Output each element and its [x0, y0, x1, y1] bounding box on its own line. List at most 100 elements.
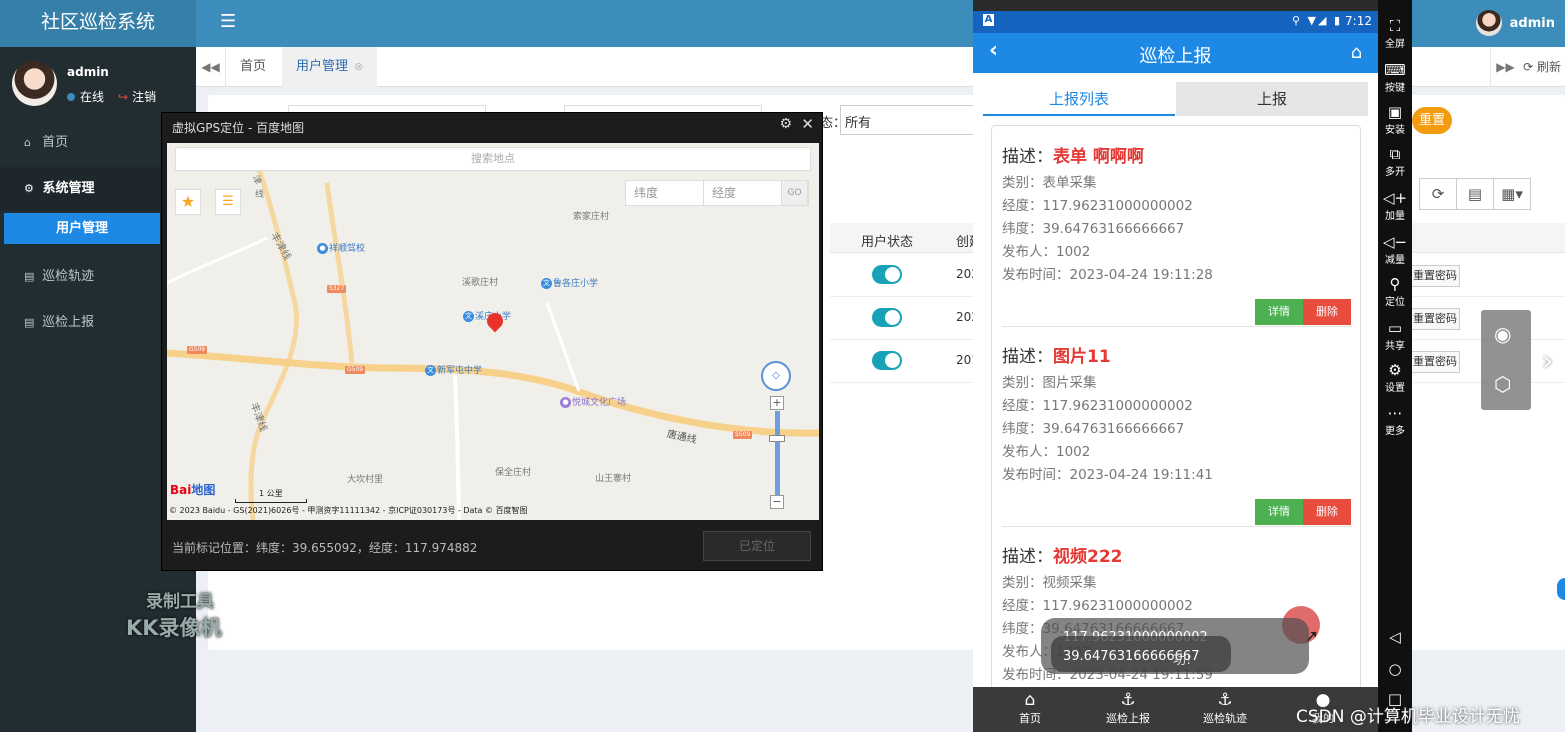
map-place-label: 大坎村里	[347, 475, 384, 485]
app-logo-title[interactable]: 社区巡检系统	[0, 0, 196, 47]
list-item: 描述：图片11 类别：图片采集 经度：117.96231000000002 纬度…	[992, 326, 1362, 527]
report-tabs: 上报列表 上报	[983, 82, 1368, 116]
reset-password-button[interactable]: 重置密码	[1410, 351, 1460, 373]
located-button[interactable]: 已定位	[703, 531, 811, 561]
map-search-input[interactable]: 搜索地点	[175, 147, 811, 171]
desc-value: 图片11	[1053, 347, 1111, 367]
settings-button[interactable]: ⚙ 设置	[1378, 362, 1412, 395]
reset-password-button[interactable]: 重置密码	[1410, 265, 1460, 287]
tab-report[interactable]: 上报	[1176, 82, 1368, 116]
map-poi[interactable]: ● 祥顺驾校	[317, 241, 365, 254]
refresh-table-icon[interactable]: ⟳	[1419, 178, 1457, 210]
tab-scroll-right-icon[interactable]: ▶▶	[1490, 47, 1520, 87]
user-status-toggle[interactable]	[872, 265, 902, 284]
anchor-icon: ⚓	[1217, 690, 1233, 710]
card-time: 发布时间：2023-04-24 19:11:28	[1002, 267, 1213, 283]
home-icon[interactable]: ⌂	[1351, 42, 1362, 63]
nav-report[interactable]: ⚓ 巡检上报	[1083, 691, 1173, 726]
current-marker-position: 当前标记位置：纬度：39.655092，经度：117.974882	[172, 541, 478, 555]
latlng-inputs: 纬度 经度 GO	[625, 180, 809, 206]
tab-close-icon[interactable]: ⊗	[354, 60, 363, 73]
map-poi[interactable]: ● 悦城文化广场	[560, 395, 626, 408]
favorite-star-icon[interactable]: ★	[175, 189, 201, 215]
reset-button[interactable]: 重置	[1412, 107, 1452, 134]
desc-label: 描述：	[1002, 147, 1053, 167]
tab-scroll-left-icon[interactable]: ◀◀	[196, 47, 226, 87]
delete-button[interactable]: 删除	[1303, 299, 1351, 325]
refresh-button[interactable]: ⟳ 刷新	[1523, 47, 1565, 87]
top-user-menu[interactable]: admin	[1475, 9, 1555, 37]
floating-help-button[interactable]	[1557, 578, 1565, 600]
chevron-right-icon[interactable]: ›	[1542, 344, 1553, 377]
card-category: 类别：图片采集	[1002, 375, 1097, 391]
tab-home[interactable]: 首页	[226, 47, 280, 87]
road-number-tag: S327	[327, 285, 347, 293]
detail-button[interactable]: 详情	[1255, 299, 1303, 325]
anchor-icon: ⚓	[1120, 690, 1136, 710]
settings-hex-icon[interactable]: ⬡	[1494, 372, 1511, 396]
reset-password-button[interactable]: 重置密码	[1410, 308, 1460, 330]
map-place-label: 山王寨村	[595, 474, 632, 484]
emu-side-label: 加量	[1385, 211, 1405, 222]
fullscreen-button[interactable]: ⛶ 全屏	[1378, 18, 1412, 51]
tab-user-management[interactable]: 用户管理 ⊗	[282, 47, 378, 87]
baidu-map[interactable]: 搜索地点 ★ ☰ 纬度 经度 GO 津 线 丰津线 索家庄村 ● 祥顺驾校 溪歌庄…	[167, 143, 819, 520]
user-status-toggle[interactable]	[872, 308, 902, 327]
map-poi[interactable]: 文新军屯中学	[425, 363, 482, 376]
card-description: 描述：图片11	[1002, 342, 1111, 367]
phone-screen: A ⚲ ▼◢ ▮ 7:12 ‹ 巡检上报 ⌂ 上报列表 上报 描述：表单 啊啊啊…	[973, 11, 1378, 732]
poi-label: 新军屯中学	[437, 366, 483, 376]
list-item: 描述：表单 啊啊啊 类别：表单采集 经度：117.96231000000002 …	[992, 126, 1362, 327]
nav-home[interactable]: ⌂ 首页	[985, 691, 1075, 726]
multi-instance-button[interactable]: ⧉ 多开	[1378, 146, 1412, 179]
android-home-icon[interactable]: ○	[1378, 660, 1412, 678]
poi-icon: 文	[425, 365, 436, 376]
more-button[interactable]: ⋯ 更多	[1378, 405, 1412, 438]
keys-button[interactable]: ⌨ 按键	[1378, 61, 1412, 95]
zoom-slider-track[interactable]	[775, 411, 780, 501]
volume-down-icon: ◁−	[1382, 233, 1408, 251]
volume-down-button[interactable]: ◁− 减量	[1378, 233, 1412, 267]
recorder-watermark: 录制工具 KK录像机	[126, 587, 246, 642]
gear-icon[interactable]: ⚙	[779, 116, 792, 132]
top-user-name: admin	[1509, 15, 1555, 31]
delete-button[interactable]: 删除	[1303, 499, 1351, 525]
logout-link[interactable]: 注销	[132, 88, 156, 105]
latitude-input[interactable]: 纬度	[626, 181, 704, 205]
th-user-status: 用户状态	[861, 235, 914, 250]
location-button[interactable]: ⚲ 定位	[1378, 276, 1412, 309]
share-folder-button[interactable]: ▭ 共享	[1378, 320, 1412, 353]
android-back-icon[interactable]: ◁	[1378, 628, 1412, 646]
map-pan-control-icon[interactable]: ◇	[761, 361, 791, 391]
toggle-view-icon[interactable]: ▤	[1456, 178, 1494, 210]
sidebar-item-label: 系统管理	[42, 181, 95, 196]
card-category: 类别：表单采集	[1002, 175, 1097, 191]
emu-side-label: 多开	[1385, 167, 1405, 178]
camera-icon[interactable]: ◉	[1494, 322, 1511, 346]
map-poi[interactable]: 文鲁各庄小学	[541, 276, 598, 289]
zoom-in-button[interactable]: +	[770, 396, 784, 410]
card-longitude: 经度：117.96231000000002	[1002, 598, 1193, 614]
user-status-toggle[interactable]	[872, 351, 902, 370]
home-icon: ⌂	[24, 136, 31, 149]
columns-icon[interactable]: ▦▾	[1493, 178, 1531, 210]
zoom-out-button[interactable]: −	[770, 495, 784, 509]
card-latitude: 纬度：39.64763166666667	[1002, 421, 1185, 437]
zoom-slider-handle[interactable]	[769, 435, 785, 442]
card-publisher: 发布人：1002	[1002, 244, 1091, 260]
apk-icon: ▣	[1387, 103, 1403, 121]
logout-icon[interactable]: ↪	[118, 90, 128, 104]
sidebar-toggle-icon[interactable]: ☰	[220, 11, 236, 32]
longitude-input[interactable]: 经度	[704, 181, 782, 205]
install-apk-button[interactable]: ▣ 安装	[1378, 103, 1412, 137]
tab-report-list[interactable]: 上报列表	[983, 82, 1175, 116]
list-icon[interactable]: ☰	[215, 189, 241, 215]
volume-up-button[interactable]: ◁+ 加量	[1378, 190, 1412, 223]
go-button[interactable]: GO	[782, 181, 808, 205]
detail-button[interactable]: 详情	[1255, 499, 1303, 525]
keyboard-icon: ⌨	[1384, 61, 1406, 79]
nav-track[interactable]: ⚓ 巡检轨迹	[1180, 691, 1270, 726]
close-icon[interactable]: ✕	[801, 115, 814, 133]
sidebar-subitem-user-management[interactable]: 用户管理	[4, 213, 160, 244]
status-filter-select[interactable]: 所有	[840, 105, 980, 135]
